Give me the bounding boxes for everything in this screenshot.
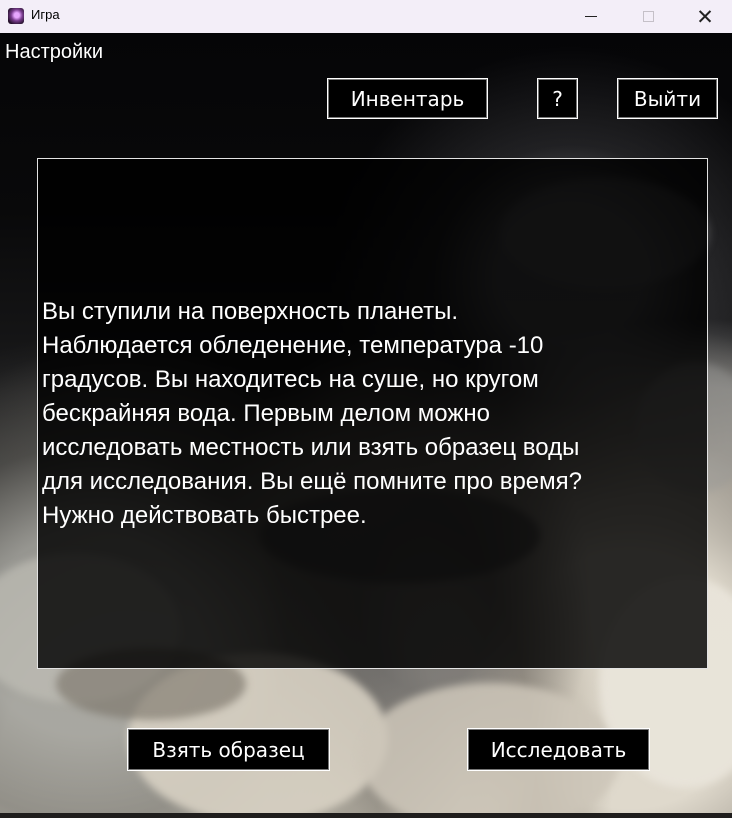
help-button[interactable]: ? [537, 78, 578, 119]
close-button[interactable]: ✕ [677, 0, 732, 33]
story-panel: Вы ступили на поверхность планеты. Наблю… [37, 158, 708, 669]
galaxy-icon [8, 8, 24, 24]
inventory-button[interactable]: Инвентарь [327, 78, 488, 119]
window-bottom-edge [0, 813, 732, 818]
minimize-button[interactable] [563, 0, 619, 33]
game-scene: Настройки Инвентарь ? Выйти Вы ступили н… [0, 33, 732, 813]
settings-menu-item[interactable]: Настройки [5, 41, 103, 64]
maximize-icon [642, 11, 654, 22]
minimize-icon [585, 16, 597, 17]
maximize-button[interactable] [620, 0, 676, 33]
window-title: Игра [31, 7, 60, 22]
story-text: Вы ступили на поверхность планеты. Наблю… [42, 297, 582, 529]
take-sample-button[interactable]: Взять образец [127, 728, 330, 771]
explore-button[interactable]: Исследовать [467, 728, 650, 771]
window-titlebar: Игра ✕ [0, 0, 732, 33]
exit-button[interactable]: Выйти [617, 78, 718, 119]
close-icon: ✕ [696, 4, 714, 29]
